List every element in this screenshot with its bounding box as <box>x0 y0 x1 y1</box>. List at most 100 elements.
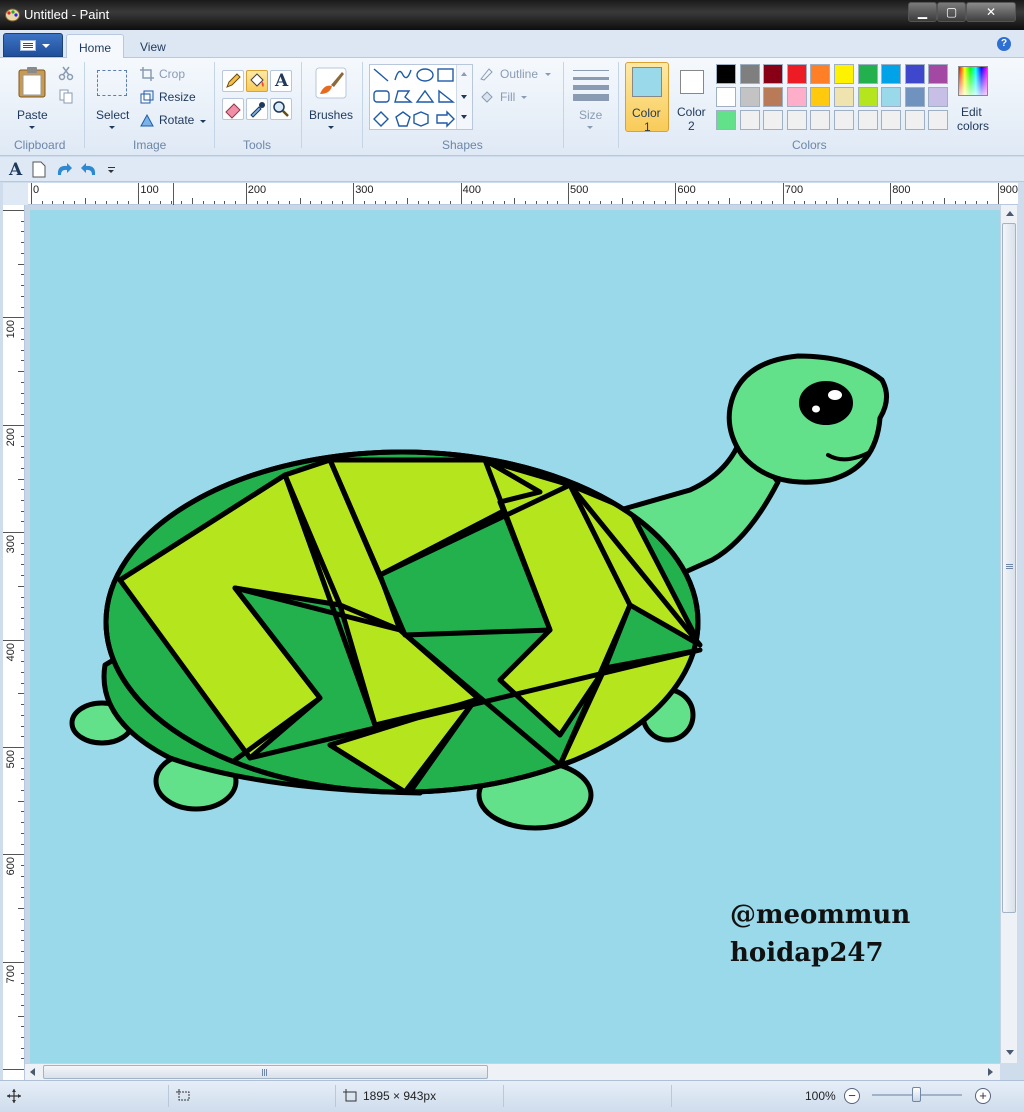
ruler-label: 200 <box>247 184 267 196</box>
palette-swatch[interactable] <box>928 110 949 130</box>
zoom-in-button[interactable]: + <box>975 1088 991 1104</box>
ruler-tick <box>21 972 24 974</box>
shapes-gallery[interactable] <box>369 64 473 130</box>
palette-swatch[interactable] <box>928 87 949 107</box>
palette-swatch[interactable] <box>786 110 807 130</box>
palette-swatch[interactable] <box>834 87 854 107</box>
palette-swatch[interactable] <box>904 110 925 130</box>
undo-icon[interactable] <box>80 161 98 177</box>
ruler-label: 100 <box>140 184 159 196</box>
new-file-icon[interactable] <box>32 161 46 178</box>
zoom-slider-thumb[interactable] <box>912 1087 921 1102</box>
palette-swatch[interactable] <box>857 64 878 84</box>
size-button[interactable]: Size <box>569 62 613 132</box>
ruler-tick <box>18 371 24 373</box>
text-tool[interactable]: A <box>270 70 292 92</box>
title-bar: Untitled - Paint ▁ ▢ ✕ <box>0 0 1024 30</box>
ruler-tick <box>503 201 505 204</box>
scroll-up-icon[interactable] <box>1006 211 1014 216</box>
palette-swatch[interactable] <box>881 110 902 130</box>
edit-colors-button[interactable]: Edit colors <box>952 62 996 133</box>
text-format-icon[interactable]: A <box>9 160 22 180</box>
palette-swatch[interactable] <box>857 110 878 130</box>
shapes-scrollbar[interactable] <box>456 65 472 129</box>
help-icon[interactable]: ? <box>997 37 1011 51</box>
ruler-tick <box>18 693 24 695</box>
drawing-canvas[interactable]: @meommun hoidap247 <box>30 210 1000 1063</box>
tab-view[interactable]: View <box>128 34 180 59</box>
palette-swatch[interactable] <box>786 87 807 107</box>
copy-icon[interactable] <box>58 88 74 104</box>
ruler-tick <box>21 220 24 222</box>
size-icon <box>573 68 609 101</box>
tools-group-label: Tools <box>243 138 272 152</box>
palette-swatch[interactable] <box>834 110 854 130</box>
color1-number: 1 <box>644 120 651 134</box>
ruler-tick <box>514 198 516 204</box>
fill-button[interactable]: Fill <box>479 89 539 107</box>
ruler-label: 0 <box>33 184 40 196</box>
eraser-tool[interactable] <box>222 98 244 120</box>
ruler-tick <box>729 198 731 204</box>
color2-selector[interactable]: Color 2 <box>675 62 709 133</box>
ruler-tick <box>675 183 677 204</box>
magnifier-icon <box>273 101 289 117</box>
select-button[interactable]: Select <box>90 62 134 132</box>
horizontal-scrollbar[interactable] <box>25 1063 1000 1080</box>
palette-swatch[interactable] <box>834 64 854 84</box>
palette-swatch[interactable] <box>739 64 760 84</box>
palette-swatch[interactable] <box>786 64 807 84</box>
paint-menu-button[interactable] <box>3 33 63 57</box>
paint-app-icon[interactable] <box>5 8 20 22</box>
zoom-out-button[interactable]: − <box>844 1088 860 1104</box>
palette-swatch[interactable] <box>810 110 831 130</box>
palette-swatch[interactable] <box>810 64 831 84</box>
palette-swatch[interactable] <box>904 87 925 107</box>
canvas-workspace[interactable]: @meommun hoidap247 <box>25 205 1000 1063</box>
fill-tool[interactable] <box>246 70 268 92</box>
resize-button[interactable]: Resize <box>140 89 204 107</box>
crop-icon <box>140 67 154 81</box>
minimize-button[interactable]: ▁ <box>908 2 937 22</box>
palette-swatch[interactable] <box>716 64 736 84</box>
palette-swatch[interactable] <box>857 87 878 107</box>
scroll-left-icon[interactable] <box>30 1068 35 1076</box>
color2-number: 2 <box>688 119 695 133</box>
color-picker-tool[interactable] <box>246 98 268 120</box>
color1-selector[interactable]: Color 1 <box>625 62 669 134</box>
palette-swatch[interactable] <box>881 64 902 84</box>
magnifier-tool[interactable] <box>270 98 292 120</box>
outline-button[interactable]: Outline <box>479 66 557 84</box>
palette-swatch[interactable] <box>763 64 784 84</box>
maximize-button[interactable]: ▢ <box>937 2 966 22</box>
palette-swatch[interactable] <box>739 87 760 107</box>
horizontal-scroll-thumb[interactable] <box>43 1065 488 1079</box>
crop-button[interactable]: Crop <box>140 66 200 84</box>
pencil-tool[interactable] <box>222 70 244 92</box>
customize-toolbar-icon[interactable] <box>108 167 115 173</box>
palette-swatch[interactable] <box>928 64 949 84</box>
close-button[interactable]: ✕ <box>966 2 1016 22</box>
redo-icon[interactable] <box>55 161 73 177</box>
paste-button[interactable]: Paste <box>8 62 54 132</box>
palette-swatch[interactable] <box>739 110 760 130</box>
ruler-tick <box>21 521 24 523</box>
palette-swatch[interactable] <box>810 87 831 107</box>
palette-swatch[interactable] <box>881 87 902 107</box>
scroll-down-icon[interactable] <box>1006 1050 1014 1055</box>
scroll-down-icon <box>461 95 467 99</box>
brushes-button[interactable]: Brushes <box>306 62 356 132</box>
cut-icon[interactable] <box>58 65 74 81</box>
palette-swatch[interactable] <box>763 87 784 107</box>
ruler-tick <box>3 317 24 319</box>
palette-swatch[interactable] <box>763 110 784 130</box>
vertical-scrollbar[interactable] <box>1000 205 1017 1063</box>
tab-home[interactable]: Home <box>66 34 124 59</box>
scroll-right-icon[interactable] <box>988 1068 993 1076</box>
rotate-button[interactable]: Rotate <box>140 112 208 130</box>
vertical-scroll-thumb[interactable] <box>1002 223 1016 913</box>
palette-swatch[interactable] <box>716 87 736 107</box>
palette-swatch[interactable] <box>716 110 736 130</box>
ruler-tick <box>879 201 881 204</box>
palette-swatch[interactable] <box>904 64 925 84</box>
